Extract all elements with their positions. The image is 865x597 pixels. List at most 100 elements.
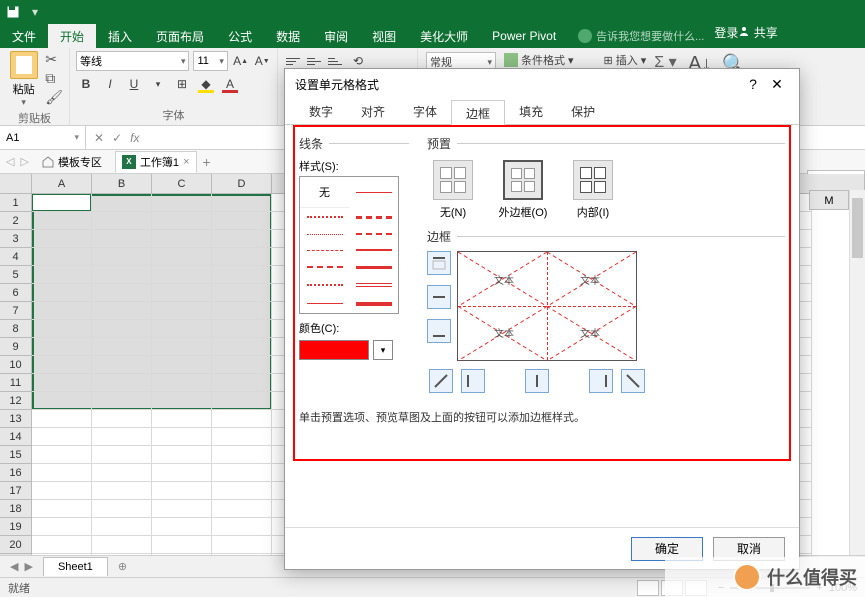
border-diag-down-button[interactable] — [621, 369, 645, 393]
sheet-nav-next-icon[interactable]: ▶ — [24, 560, 32, 573]
tab-page-layout[interactable]: 页面布局 — [144, 24, 216, 48]
add-tab-icon[interactable]: + — [203, 154, 211, 170]
line-style-none[interactable]: 无 — [300, 177, 349, 208]
login-link[interactable]: 登录 — [714, 24, 738, 48]
format-cells-dialog: 设置单元格格式 ? ✕ 数字 对齐 字体 边框 填充 保护 线条 样式(S): … — [284, 68, 800, 570]
tab-beautify[interactable]: 美化大师 — [408, 24, 480, 48]
dlg-tab-alignment[interactable]: 对齐 — [347, 99, 399, 124]
line-color-swatch[interactable] — [299, 340, 369, 360]
fx-icon[interactable]: fx — [130, 131, 139, 145]
underline-button[interactable]: U — [124, 74, 144, 94]
accept-formula-icon[interactable]: ✓ — [112, 131, 122, 145]
dlg-tab-protection[interactable]: 保护 — [557, 99, 609, 124]
border-vmid-button[interactable] — [525, 369, 549, 393]
col-header-a[interactable]: A — [32, 174, 92, 193]
copy-icon[interactable]: ⧉ — [45, 70, 63, 87]
font-name-value: 等线 — [80, 53, 102, 69]
preset-outline[interactable]: 外边框(O) — [497, 160, 549, 220]
col-header-b[interactable]: B — [92, 174, 152, 193]
nav-back-icon[interactable]: ◁ — [6, 155, 14, 168]
border-diag-up-button[interactable] — [429, 369, 453, 393]
watermark-text: 什么值得买 — [767, 564, 857, 590]
bold-button[interactable]: B — [76, 74, 96, 94]
font-size-value: 11 — [197, 55, 208, 67]
fill-color-button[interactable]: ◆ — [196, 74, 216, 94]
border-bottom-button[interactable] — [427, 319, 451, 343]
tab-file[interactable]: 文件 — [0, 24, 48, 48]
vertical-scrollbar[interactable] — [849, 190, 865, 555]
col-header-c[interactable]: C — [152, 174, 212, 193]
name-box-value: A1 — [6, 132, 19, 144]
add-sheet-icon[interactable]: ⊕ — [108, 560, 137, 573]
templates-tab[interactable]: 模板专区 — [35, 151, 109, 173]
paste-button[interactable]: 粘贴 ▾ — [6, 51, 41, 108]
tell-me-search[interactable]: 告诉我您想要做什么... — [568, 24, 714, 48]
excel-icon: X — [122, 155, 136, 169]
dlg-tab-number[interactable]: 数字 — [295, 99, 347, 124]
dlg-tab-border[interactable]: 边框 — [451, 100, 505, 125]
tab-review[interactable]: 审阅 — [312, 24, 360, 48]
nav-fwd-icon[interactable]: ▷ — [20, 155, 28, 168]
conditional-format-button[interactable]: 条件格式 ▾ — [504, 52, 596, 68]
share-button[interactable]: 共享 — [738, 24, 777, 48]
style-label: 样式(S): — [299, 158, 409, 174]
border-top-button[interactable] — [427, 251, 451, 275]
sheet-tab[interactable]: Sheet1 — [43, 557, 108, 576]
decrease-font-icon[interactable]: A▼ — [253, 51, 271, 71]
dialog-close-icon[interactable]: ✕ — [765, 76, 789, 93]
tab-insert[interactable]: 插入 — [96, 24, 144, 48]
quick-access-toolbar: ▾ — [0, 0, 865, 24]
close-tab-icon[interactable]: × — [183, 156, 189, 168]
border-left-button[interactable] — [461, 369, 485, 393]
tab-formulas[interactable]: 公式 — [216, 24, 264, 48]
font-group-label: 字体 — [76, 105, 271, 125]
sheet-nav-prev-icon[interactable]: ◀ — [10, 560, 18, 573]
border-preview[interactable]: 文本 文本 文本 文本 — [457, 251, 637, 361]
underline-dropdown[interactable]: ▾ — [148, 74, 168, 94]
clipboard-group-label: 剪贴板 — [6, 108, 63, 128]
tab-data[interactable]: 数据 — [264, 24, 312, 48]
row-headers: 1 2 3 4 5 6 7 8 9 10 11 12 13 14 15 16 1… — [0, 194, 32, 572]
watermark-icon — [733, 563, 761, 591]
col-header-m[interactable]: M — [809, 190, 849, 210]
name-box[interactable]: A1 ▾ — [0, 126, 86, 149]
workbook-tab[interactable]: X 工作簿1 × — [115, 151, 197, 173]
font-size-combo[interactable]: 11▾ — [193, 51, 227, 71]
tab-home[interactable]: 开始 — [48, 24, 96, 48]
tab-powerpivot[interactable]: Power Pivot — [480, 24, 568, 48]
col-header-d[interactable]: D — [212, 174, 272, 193]
insert-cells-button[interactable]: ⊞ 插入 ▾ — [604, 52, 647, 68]
share-label: 共享 — [754, 26, 778, 40]
border-right-button[interactable] — [589, 369, 613, 393]
increase-font-icon[interactable]: A▲ — [232, 51, 250, 71]
save-icon[interactable] — [0, 0, 26, 24]
border-group-label: 边框 — [427, 230, 457, 244]
dialog-hint: 单击预置选项、预览草图及上面的按钮可以添加边框样式。 — [299, 409, 785, 425]
ribbon-tabs: 文件 开始 插入 页面布局 公式 数据 审阅 视图 美化大师 Power Piv… — [0, 24, 865, 48]
font-color-button[interactable]: A — [220, 74, 240, 94]
status-ready: 就绪 — [8, 580, 30, 596]
paste-icon — [10, 51, 38, 79]
normal-view-icon[interactable] — [637, 580, 659, 596]
dialog-title: 设置单元格格式 — [295, 76, 379, 93]
qat-dropdown-icon[interactable]: ▾ — [26, 5, 44, 19]
cut-icon[interactable]: ✂ — [45, 51, 63, 68]
paste-label: 粘贴 — [6, 81, 41, 97]
presets-group-label: 预置 — [427, 137, 457, 151]
border-hmid-button[interactable] — [427, 285, 451, 309]
dlg-tab-fill[interactable]: 填充 — [505, 99, 557, 124]
select-all-corner[interactable] — [0, 174, 32, 194]
line-style-picker[interactable]: 无 — [299, 176, 399, 314]
font-name-combo[interactable]: 等线▾ — [76, 51, 189, 71]
line-color-dropdown[interactable]: ▾ — [373, 340, 393, 360]
cancel-formula-icon[interactable]: ✕ — [94, 131, 104, 145]
dialog-help-icon[interactable]: ? — [741, 76, 765, 92]
format-painter-icon[interactable]: 🖌 — [45, 89, 63, 106]
border-button[interactable]: ⊞ — [172, 74, 192, 94]
dlg-tab-font[interactable]: 字体 — [399, 99, 451, 124]
tab-view[interactable]: 视图 — [360, 24, 408, 48]
preset-inside[interactable]: 内部(I) — [567, 160, 619, 220]
watermark: 什么值得买 — [665, 557, 865, 597]
italic-button[interactable]: I — [100, 74, 120, 94]
preset-none[interactable]: 无(N) — [427, 160, 479, 220]
